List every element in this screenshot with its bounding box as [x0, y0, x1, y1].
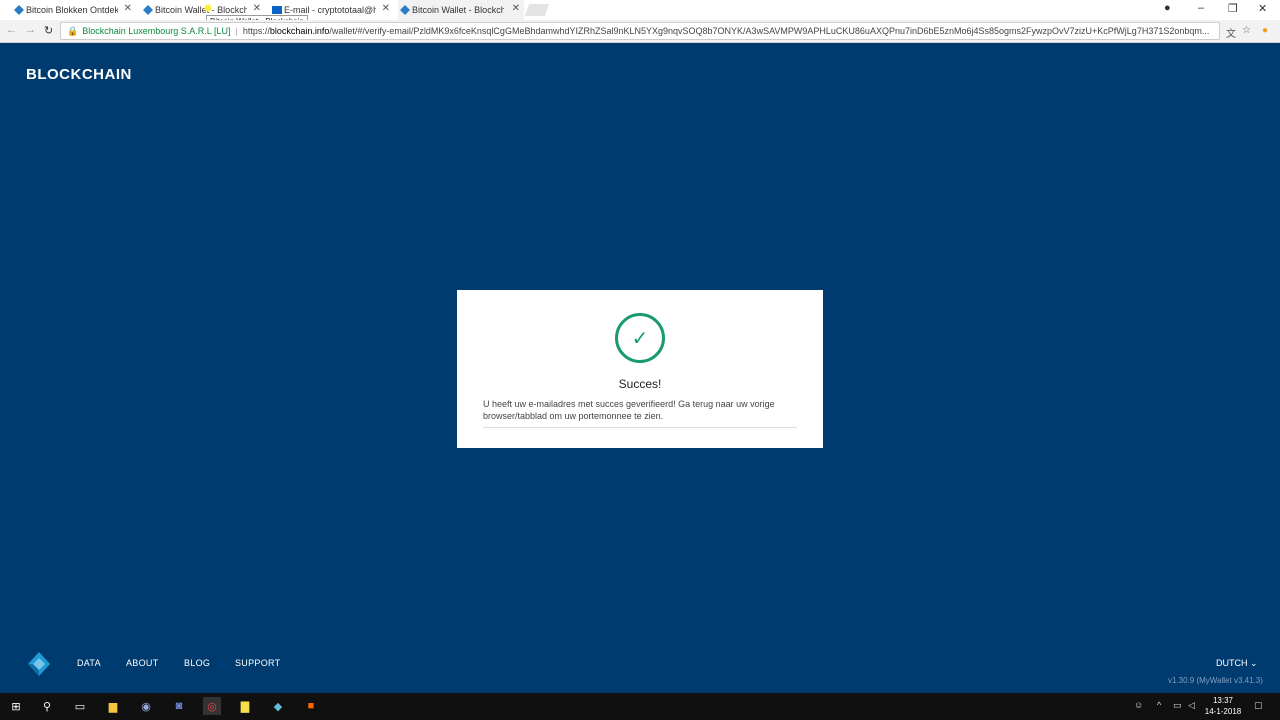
tab-label: Bitcoin Wallet - Blockchain [155, 5, 247, 15]
card-divider [483, 427, 797, 428]
tab-label: Bitcoin Wallet - Blockchain [412, 5, 504, 15]
browser-tab-strip: Bitcoin Blokken Ontdekk ✕ Bitcoin Wallet… [0, 0, 1280, 20]
notification-icon[interactable]: ▢ [1254, 700, 1263, 711]
footer-link-data[interactable]: DATA [77, 658, 101, 668]
success-check-icon: ✓ [615, 313, 665, 363]
url-path: /wallet/#/verify-email/PzldMK9x6fceKnsql… [329, 26, 1210, 36]
clock-time: 13:37 [1212, 696, 1234, 705]
browser-tab-1[interactable]: Bitcoin Blokken Ontdekk ✕ [12, 0, 136, 20]
version-text: v1.30.9 (MyWallet v3.41.3) [1168, 676, 1263, 685]
url-host: blockchain.info [269, 26, 330, 36]
footer-link-support[interactable]: SUPPORT [235, 658, 280, 668]
tab-label: E-mail - cryptototaal@h [284, 5, 376, 15]
language-label: DUTCH [1216, 658, 1248, 668]
chevron-down-icon: ⌄ [1250, 658, 1258, 668]
tab-close-icon[interactable]: ✕ [512, 3, 520, 14]
address-separator: | [235, 26, 238, 36]
address-bar[interactable]: 🔒 Blockchain Luxembourg S.A.R.L [LU] | h… [60, 22, 1220, 40]
volume-icon[interactable]: ◁ [1188, 700, 1195, 711]
site-identity: Blockchain Luxembourg S.A.R.L [LU] [82, 26, 231, 36]
back-icon[interactable]: ← [6, 24, 17, 36]
clock-date: 14-1-2018 [1204, 707, 1242, 716]
app-icon[interactable]: ◆ [269, 697, 287, 715]
browser-tab-4-active[interactable]: Bitcoin Wallet - Blockchain ✕ [398, 0, 524, 20]
search-icon[interactable]: ⚲ [38, 697, 56, 715]
blockchain-favicon-icon [400, 5, 410, 15]
app-icon[interactable]: ■ [302, 697, 320, 715]
new-tab-button[interactable] [524, 4, 550, 16]
url-scheme: https:// [242, 26, 270, 36]
people-icon[interactable]: ☺ [1134, 700, 1143, 710]
file-explorer-icon[interactable]: ▆ [104, 697, 122, 715]
forward-icon[interactable]: → [25, 24, 36, 36]
tab-close-icon[interactable]: ✕ [253, 3, 261, 14]
chrome-icon[interactable]: ◎ [203, 697, 221, 715]
url-text: https://blockchain.info/wallet/#/verify-… [243, 26, 1219, 36]
footer-link-about[interactable]: ABOUT [126, 658, 159, 668]
task-view-icon[interactable]: ▭ [71, 697, 89, 715]
tab-close-icon[interactable]: ✕ [382, 3, 390, 14]
tab-label: Bitcoin Blokken Ontdekk [26, 5, 118, 15]
card-title: Succes! [618, 377, 662, 391]
network-icon[interactable]: ▭ [1173, 700, 1182, 711]
tab-close-icon[interactable]: ✕ [124, 3, 132, 14]
blockchain-favicon-icon [143, 5, 153, 15]
mouse-cursor [203, 2, 213, 14]
bookmark-star-icon[interactable]: ☆ [1242, 25, 1251, 36]
footer-link-blog[interactable]: BLOG [184, 658, 210, 668]
verify-success-card: ✓ Succes! U heeft uw e-mailadres met suc… [457, 290, 823, 448]
card-message: U heeft uw e-mailadres met succes geveri… [483, 399, 775, 421]
app-icon[interactable]: ◉ [137, 697, 155, 715]
browser-toolbar: ← → ↻ 🔒 Blockchain Luxembourg S.A.R.L [L… [0, 20, 1280, 43]
extension-icon[interactable]: ● [1262, 25, 1268, 36]
windows-taskbar: ⊞ ⚲ ▭ ▆ ◉ ◙ ◎ ▇ ◆ ■ ☺ ^ ▭ ◁ 13:37 14-1-2… [0, 693, 1280, 720]
language-selector[interactable]: DUTCH ⌄ [1216, 658, 1258, 669]
reload-icon[interactable]: ↻ [44, 24, 53, 37]
sticky-notes-icon[interactable]: ▇ [236, 697, 254, 715]
lock-icon: 🔒 [67, 25, 79, 36]
blockchain-favicon-icon [14, 5, 24, 15]
taskbar-clock[interactable]: 13:37 14-1-2018 [1198, 695, 1248, 717]
outlook-favicon-icon [272, 6, 282, 14]
translate-icon[interactable]: 文 [1226, 25, 1236, 40]
close-window-icon[interactable]: ✕ [1258, 2, 1267, 15]
restore-icon[interactable]: ❐ [1228, 2, 1238, 15]
minimize-icon[interactable]: – [1198, 2, 1204, 14]
blockchain-logo[interactable]: BLOCKCHAIN [26, 66, 132, 83]
discord-icon[interactable]: ◙ [170, 697, 188, 715]
blockchain-cube-icon[interactable] [28, 652, 50, 676]
windows-start-icon[interactable]: ⊞ [7, 697, 25, 715]
tray-chevron-up-icon[interactable]: ^ [1157, 700, 1161, 710]
profile-icon[interactable]: ● [1164, 2, 1171, 14]
